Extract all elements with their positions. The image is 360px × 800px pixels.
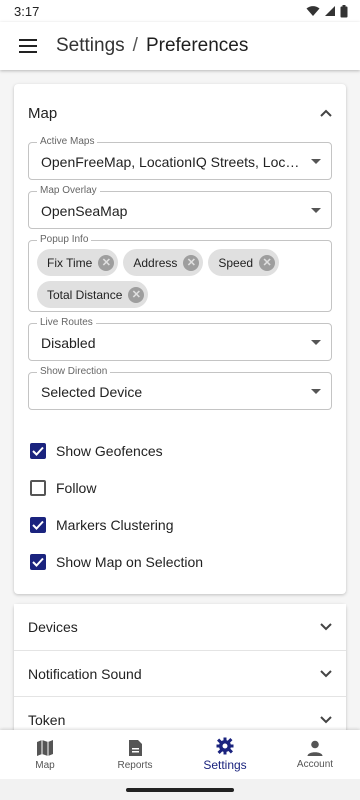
nav-settings[interactable]: Settings: [180, 730, 270, 779]
chip-label: Fix Time: [47, 255, 93, 270]
map-panel: Map Active Maps OpenFreeMap, LocationIQ …: [14, 84, 346, 594]
chip-label: Speed: [218, 255, 254, 270]
show-direction-value: Selected Device: [41, 384, 143, 400]
gear-icon: [216, 737, 234, 755]
check-icon: [32, 446, 44, 456]
show-geofences-label: Show Geofences: [56, 442, 163, 459]
devices-section-title: Devices: [28, 619, 78, 635]
collapsed-sections: Devices Notification Sound Token: [14, 604, 346, 730]
description-icon: [128, 739, 142, 756]
person-icon: [307, 740, 323, 756]
breadcrumb-separator: /: [132, 35, 138, 56]
chip-speed: Speed ✕: [208, 249, 280, 276]
token-section-header[interactable]: Token: [14, 696, 346, 730]
devices-section-header[interactable]: Devices: [14, 604, 346, 650]
show-map-on-selection-label: Show Map on Selection: [56, 553, 204, 570]
app-bar: Settings / Preferences: [0, 22, 360, 70]
status-time: 3:17: [14, 3, 40, 19]
show-map-on-selection-checkbox[interactable]: [30, 553, 46, 570]
breadcrumb-settings[interactable]: Settings: [56, 35, 125, 57]
popup-info-chips: Fix Time ✕ Address ✕ Speed ✕ Total Distance…: [37, 249, 323, 308]
wifi-icon: [306, 6, 320, 16]
live-routes-select[interactable]: Live Routes Disabled: [28, 317, 332, 361]
notification-sound-section-title: Notification Sound: [28, 665, 142, 682]
show-direction-label: Show Direction: [37, 366, 111, 378]
show-direction-select[interactable]: Show Direction Selected Device: [28, 366, 332, 410]
breadcrumb: Settings / Preferences: [56, 35, 248, 57]
system-navigation-bar: [0, 779, 360, 800]
token-section-title: Token: [28, 711, 66, 728]
active-maps-label: Active Maps: [37, 136, 98, 148]
chevron-down-icon: [320, 669, 332, 677]
markers-clustering-option[interactable]: Markers Clustering: [28, 506, 332, 543]
hamburger-menu-icon: [19, 39, 37, 53]
home-gesture-pill[interactable]: [126, 787, 234, 792]
show-geofences-option[interactable]: Show Geofences: [28, 432, 332, 469]
chip-label: Address: [133, 255, 178, 270]
dropdown-arrow-icon: [311, 208, 321, 213]
follow-checkbox[interactable]: [30, 479, 46, 496]
chevron-up-icon: [320, 109, 332, 117]
cancel-icon[interactable]: ✕: [128, 286, 145, 303]
follow-option[interactable]: Follow: [28, 469, 332, 506]
map-options: Show Geofences Follow Markers Clustering…: [28, 432, 332, 580]
map-overlay-select[interactable]: Map Overlay OpenSeaMap: [28, 185, 332, 229]
dropdown-arrow-icon: [311, 159, 321, 164]
nav-reports[interactable]: Reports: [90, 730, 180, 779]
chip-address: Address ✕: [123, 249, 204, 276]
popup-info-label: Popup Info: [37, 234, 92, 246]
active-maps-value: OpenFreeMap, LocationIQ Streets, Locatio…: [41, 154, 301, 170]
check-icon: [32, 557, 44, 567]
notification-sound-section-header[interactable]: Notification Sound: [14, 650, 346, 696]
cancel-icon[interactable]: ✕: [259, 254, 276, 271]
status-icons: [306, 4, 348, 18]
map-panel-title: Map: [28, 104, 58, 122]
bottom-navigation: Map Reports Settings Account: [0, 730, 360, 779]
menu-button[interactable]: [0, 22, 56, 70]
map-overlay-label: Map Overlay: [37, 185, 100, 197]
active-maps-select[interactable]: Active Maps OpenFreeMap, LocationIQ Stre…: [28, 136, 332, 180]
live-routes-value: Disabled: [41, 335, 96, 351]
chevron-down-icon: [320, 715, 332, 723]
cancel-icon[interactable]: ✕: [183, 254, 200, 271]
chevron-down-icon: [320, 623, 332, 631]
dropdown-arrow-icon: [311, 389, 321, 394]
cancel-icon[interactable]: ✕: [98, 254, 115, 271]
markers-clustering-label: Markers Clustering: [56, 516, 174, 533]
status-bar: 3:17: [0, 0, 360, 22]
check-icon: [32, 520, 44, 530]
nav-map-label: Map: [35, 759, 55, 771]
show-geofences-checkbox[interactable]: [30, 442, 46, 459]
signal-icon: [325, 6, 335, 16]
battery-icon: [340, 4, 348, 17]
show-map-on-selection-option[interactable]: Show Map on Selection: [28, 543, 332, 580]
chip-total-distance: Total Distance ✕: [37, 281, 149, 308]
nav-map[interactable]: Map: [0, 730, 90, 779]
nav-settings-label: Settings: [203, 758, 247, 772]
markers-clustering-checkbox[interactable]: [30, 516, 46, 533]
popup-info-select[interactable]: Popup Info Fix Time ✕ Address ✕ Speed ✕ Tot…: [28, 234, 332, 312]
settings-content[interactable]: Map Active Maps OpenFreeMap, LocationIQ …: [0, 70, 360, 730]
nav-account-label: Account: [296, 758, 334, 770]
nav-reports-label: Reports: [117, 759, 153, 771]
chip-label: Total Distance: [47, 287, 123, 302]
chip-fix-time: Fix Time ✕: [37, 249, 119, 276]
map-panel-header[interactable]: Map: [14, 84, 346, 142]
nav-account[interactable]: Account: [270, 730, 360, 779]
live-routes-label: Live Routes: [37, 317, 96, 329]
page-title: Preferences: [145, 35, 249, 56]
map-overlay-value: OpenSeaMap: [41, 203, 128, 219]
dropdown-arrow-icon: [311, 340, 321, 345]
follow-label: Follow: [56, 479, 97, 496]
map-icon: [37, 739, 53, 756]
